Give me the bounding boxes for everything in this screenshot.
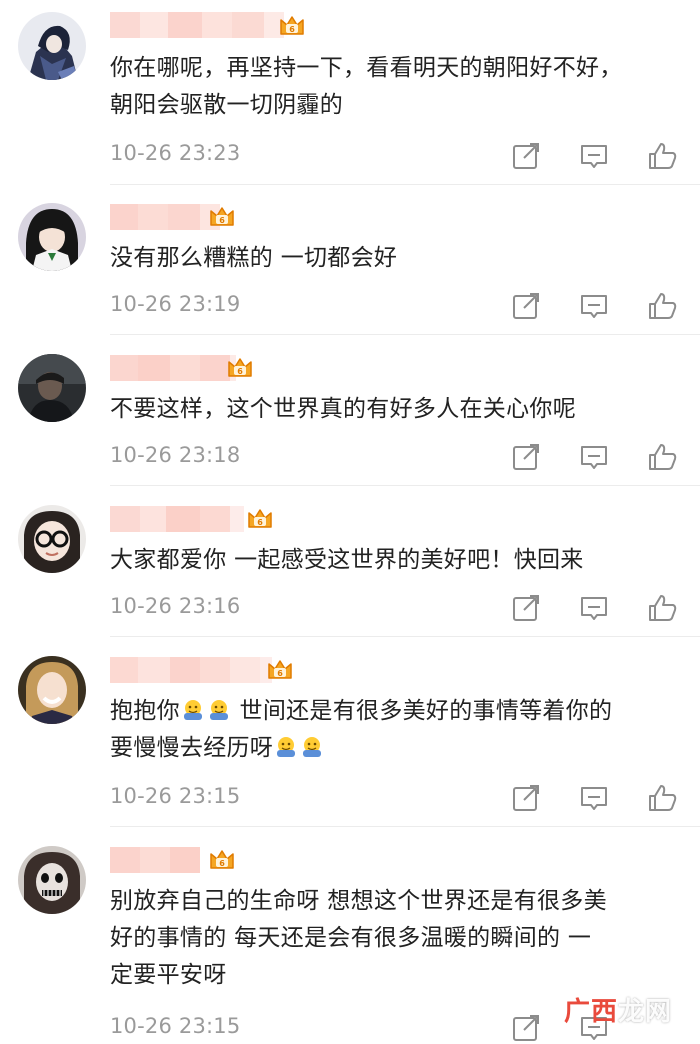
comment-time: 10-26 23:16: [110, 594, 241, 618]
thumbs-up-icon[interactable]: [646, 592, 678, 624]
vip-crown-badge-icon: 6: [266, 656, 294, 684]
comment-time: 10-26 23:19: [110, 292, 241, 316]
username-blurred[interactable]: [110, 847, 200, 873]
vip-crown-badge-icon: 6: [208, 203, 236, 231]
username-blurred[interactable]: [110, 12, 284, 38]
comment-text: 抱抱你 世间还是有很多美好的事情等着你的 要慢慢去经历呀: [110, 697, 613, 761]
comment-text: 没有那么糟糕的 一切都会好: [110, 245, 398, 271]
comment-time: 10-26 23:15: [110, 1014, 241, 1038]
avatar[interactable]: [18, 656, 86, 724]
svg-text:6: 6: [237, 367, 243, 376]
watermark-logo: 广西龙网: [563, 997, 672, 1027]
hug-emoji-icon: [274, 734, 298, 758]
thumbs-up-icon[interactable]: [646, 140, 678, 172]
divider: [110, 485, 700, 486]
avatar[interactable]: [18, 505, 86, 573]
share-icon[interactable]: [510, 441, 542, 473]
comment-icon[interactable]: [578, 290, 610, 322]
share-icon[interactable]: [510, 1012, 542, 1044]
comment-icon[interactable]: [578, 441, 610, 473]
comment-icon[interactable]: [578, 592, 610, 624]
hug-emoji-icon: [207, 697, 231, 721]
comment-text: 别放弃自己的生命呀 想想这个世界还是有很多美 好的事情的 每天还是会有很多温暖的瞬…: [110, 888, 607, 988]
username-blurred[interactable]: [110, 506, 244, 532]
divider: [110, 334, 700, 335]
comment-text: 不要这样，这个世界真的有好多人在关心你呢: [110, 396, 576, 422]
comment-time: 10-26 23:18: [110, 443, 241, 467]
hug-emoji-icon: [300, 734, 324, 758]
svg-text:6: 6: [219, 216, 225, 225]
avatar[interactable]: [18, 203, 86, 271]
comment-icon[interactable]: [578, 782, 610, 814]
username-blurred[interactable]: [110, 355, 236, 381]
username-blurred[interactable]: [110, 657, 272, 683]
divider: [110, 184, 700, 185]
thumbs-up-icon[interactable]: [646, 290, 678, 322]
avatar[interactable]: [18, 354, 86, 422]
vip-crown-badge-icon: 6: [246, 505, 274, 533]
share-icon[interactable]: [510, 592, 542, 624]
username-blurred[interactable]: [110, 204, 220, 230]
comment-time: 10-26 23:23: [110, 141, 241, 165]
svg-text:6: 6: [277, 669, 283, 678]
hug-emoji-icon: [181, 697, 205, 721]
share-icon[interactable]: [510, 782, 542, 814]
comment-time: 10-26 23:15: [110, 784, 241, 808]
comment-text: 你在哪呢，再坚持一下，看看明天的朝阳好不好， 朝阳会驱散一切阴霾的: [110, 55, 623, 118]
vip-crown-badge-icon: 6: [226, 354, 254, 382]
comment-icon[interactable]: [578, 140, 610, 172]
thumbs-up-icon[interactable]: [646, 782, 678, 814]
avatar[interactable]: [18, 12, 86, 80]
divider: [110, 636, 700, 637]
thumbs-up-icon[interactable]: [646, 441, 678, 473]
vip-crown-badge-icon: 6: [278, 12, 306, 40]
svg-text:6: 6: [219, 859, 225, 868]
comment-text: 大家都爱你 一起感受这世界的美好吧！快回来: [110, 547, 584, 573]
share-icon[interactable]: [510, 290, 542, 322]
avatar[interactable]: [18, 846, 86, 914]
svg-text:6: 6: [257, 518, 263, 527]
share-icon[interactable]: [510, 140, 542, 172]
divider: [110, 826, 700, 827]
vip-crown-badge-icon: 6: [208, 846, 236, 874]
svg-text:6: 6: [289, 25, 295, 34]
